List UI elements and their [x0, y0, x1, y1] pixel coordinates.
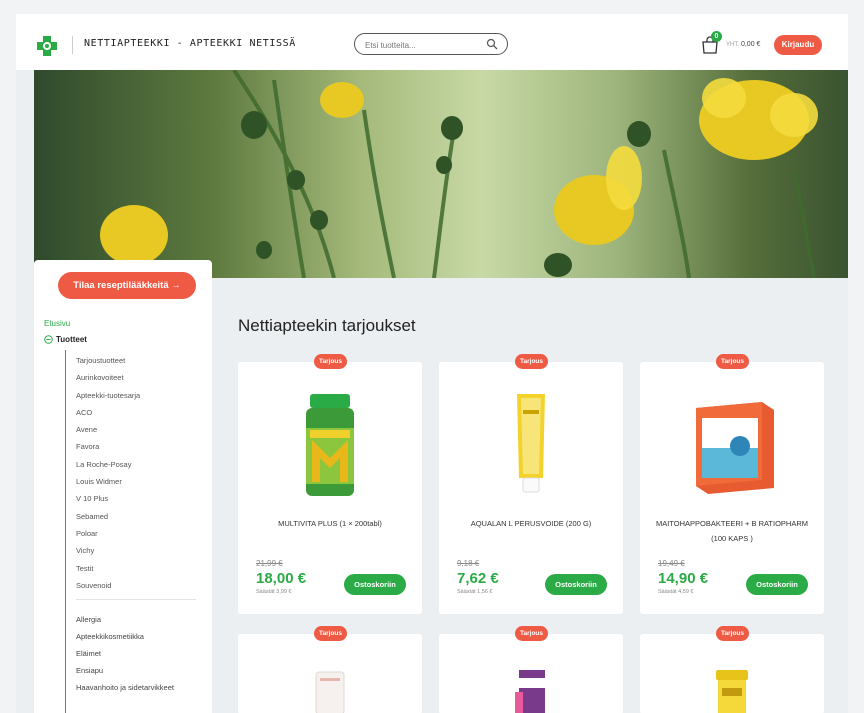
sale-price: 7,62 € — [457, 570, 499, 587]
sale-price: 18,00 € — [256, 570, 307, 587]
category-item[interactable]: Ensiapu — [76, 666, 174, 683]
nav-divider — [76, 599, 196, 600]
add-to-cart-button[interactable]: Ostoskoriin — [746, 574, 808, 595]
category-item[interactable]: ACO — [76, 408, 140, 425]
offer-badge: Tarjous — [716, 354, 749, 369]
category-item[interactable]: Eläimet — [76, 649, 174, 666]
category-item[interactable]: Tarjoustuotteet — [76, 356, 140, 373]
product-card[interactable]: Tarjous — [439, 626, 623, 713]
header: NETTIAPTEEKKI - APTEEKKI NETISSÄ 0 YHT. … — [16, 14, 848, 70]
offer-badge: Tarjous — [314, 354, 347, 369]
cart-total-value: 0,00 € — [740, 41, 761, 48]
offer-badge: Tarjous — [515, 354, 548, 369]
cart-count-badge: 0 — [711, 31, 722, 42]
search-icon[interactable] — [486, 38, 498, 50]
hero-banner-image — [34, 70, 848, 278]
category-item[interactable]: Favora — [76, 442, 140, 459]
product-image-maitohappobakteeri[interactable] — [682, 388, 782, 498]
category-item[interactable]: Haavanhoito ja sidetarvikkeet — [76, 683, 174, 700]
offer-badge: Tarjous — [515, 626, 548, 641]
nav-products-link[interactable]: Tuotteet — [56, 335, 87, 344]
nav-home-link[interactable]: Etusivu — [44, 319, 70, 328]
sidebar: Tilaa reseptilääkkeitä → Etusivu Tuottee… — [34, 260, 212, 713]
page: NETTIAPTEEKKI - APTEEKKI NETISSÄ 0 YHT. … — [16, 14, 848, 713]
product-name[interactable]: MULTIVITA PLUS (1 × 200tabl) — [248, 516, 412, 531]
saving-text: Säästät 1,56 € — [457, 589, 493, 595]
product-image[interactable] — [308, 668, 352, 713]
saving-text: Säästät 3,99 € — [256, 589, 292, 595]
category-item[interactable]: Poloar — [76, 529, 140, 546]
category-item[interactable]: Aurinkovoiteet — [76, 373, 140, 390]
product-image[interactable] — [509, 666, 553, 713]
old-price: 19,49 € — [658, 559, 685, 568]
nav-tree-line — [65, 350, 66, 713]
logo-divider — [72, 36, 73, 54]
sale-price: 14,90 € — [658, 570, 709, 587]
search-box[interactable] — [354, 33, 508, 55]
product-image-multivita[interactable] — [280, 388, 380, 498]
product-card[interactable]: Tarjous — [238, 626, 422, 713]
add-to-cart-button[interactable]: Ostoskoriin — [545, 574, 607, 595]
add-to-cart-button[interactable]: Ostoskoriin — [344, 574, 406, 595]
order-prescription-button[interactable]: Tilaa reseptilääkkeitä → — [58, 272, 196, 299]
search-input[interactable] — [363, 37, 487, 53]
product-category-list: Tarjoustuotteet Aurinkovoiteet Apteekki-… — [76, 356, 140, 598]
product-name[interactable]: AQUALAN L PERUSVOIDE (200 G) — [449, 516, 613, 531]
category-item[interactable]: Avene — [76, 425, 140, 442]
product-image[interactable] — [710, 666, 754, 713]
product-image-aqualan[interactable] — [481, 388, 581, 498]
cart-vat-label: YHT. — [726, 42, 740, 48]
product-card[interactable]: Tarjous MULTIVITA PLUS (1 × 200tabl) 21,… — [238, 354, 422, 614]
login-button[interactable]: Kirjaudu — [774, 35, 822, 55]
product-name[interactable]: MAITOHAPPOBAKTEERI + B RATIOPHARM (100 K… — [650, 516, 814, 546]
collapse-circle-icon[interactable] — [44, 335, 53, 344]
category-item[interactable]: Testit — [76, 564, 140, 581]
product-card[interactable]: Tarjous — [640, 626, 824, 713]
category-item[interactable]: Sebamed — [76, 512, 140, 529]
product-card[interactable]: Tarjous AQUALAN L PERUSVOIDE (200 G) 9,1… — [439, 354, 623, 614]
site-title[interactable]: NETTIAPTEEKKI - APTEEKKI NETISSÄ — [84, 38, 296, 49]
offer-badge: Tarjous — [314, 626, 347, 641]
category-item[interactable]: Souvenoid — [76, 581, 140, 598]
other-category-list: Allergia Apteekkikosmetiikka Eläimet Ens… — [76, 615, 174, 700]
category-item[interactable]: La Roche-Posay — [76, 460, 140, 477]
old-price: 21,99 € — [256, 559, 283, 568]
cart-total[interactable]: YHT. 0,00 € — [726, 41, 760, 48]
saving-text: Säästät 4,59 € — [658, 589, 694, 595]
offer-badge: Tarjous — [716, 626, 749, 641]
category-item[interactable]: Louis Widmer — [76, 477, 140, 494]
category-item[interactable]: Allergia — [76, 615, 174, 632]
pharmacy-cross-logo-icon[interactable] — [36, 35, 58, 57]
category-item[interactable]: Apteekki-tuotesarja — [76, 391, 140, 408]
section-title: Nettiapteekin tarjoukset — [238, 316, 416, 335]
product-card[interactable]: Tarjous MAITOHAPPOBAKTEERI + B RATIOPHAR… — [640, 354, 824, 614]
category-item[interactable]: Apteekkikosmetiikka — [76, 632, 174, 649]
old-price: 9,18 € — [457, 559, 480, 568]
category-item[interactable]: Vichy — [76, 546, 140, 563]
category-item[interactable]: V 10 Plus — [76, 494, 140, 511]
